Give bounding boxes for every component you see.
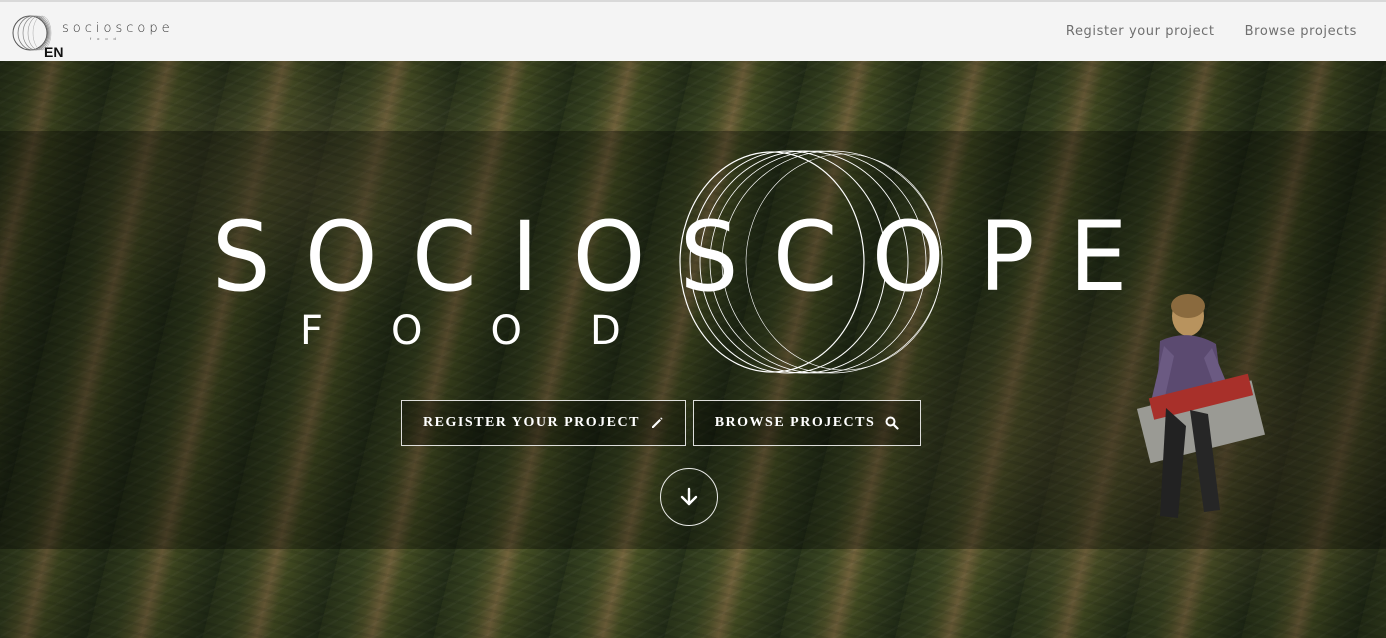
top-navbar: socioscope food EN Register your project…: [0, 0, 1386, 61]
language-selector[interactable]: EN: [44, 44, 63, 60]
farm-worker-image: [1136, 294, 1265, 518]
arrow-down-icon: [680, 487, 698, 506]
browse-projects-button[interactable]: BROWSE PROJECTS: [693, 400, 921, 446]
pencil-icon: [651, 417, 663, 428]
site-logo[interactable]: socioscope food: [10, 12, 190, 58]
hero-section: SOCIOSCOPE FOOD REGISTER YOUR PROJECT BR…: [0, 61, 1386, 638]
search-icon: [885, 416, 899, 430]
main-nav: Register your project Browse projects: [1066, 24, 1357, 39]
register-project-button[interactable]: REGISTER YOUR PROJECT: [401, 400, 686, 446]
nav-browse-projects[interactable]: Browse projects: [1245, 24, 1357, 39]
nav-register-project[interactable]: Register your project: [1066, 24, 1215, 39]
logo-wordmark: socioscope: [62, 21, 174, 36]
logo-subtitle: food: [90, 36, 122, 41]
scroll-down-button[interactable]: [660, 468, 718, 526]
register-project-label: REGISTER YOUR PROJECT: [423, 415, 640, 430]
browse-projects-label: BROWSE PROJECTS: [714, 415, 876, 430]
